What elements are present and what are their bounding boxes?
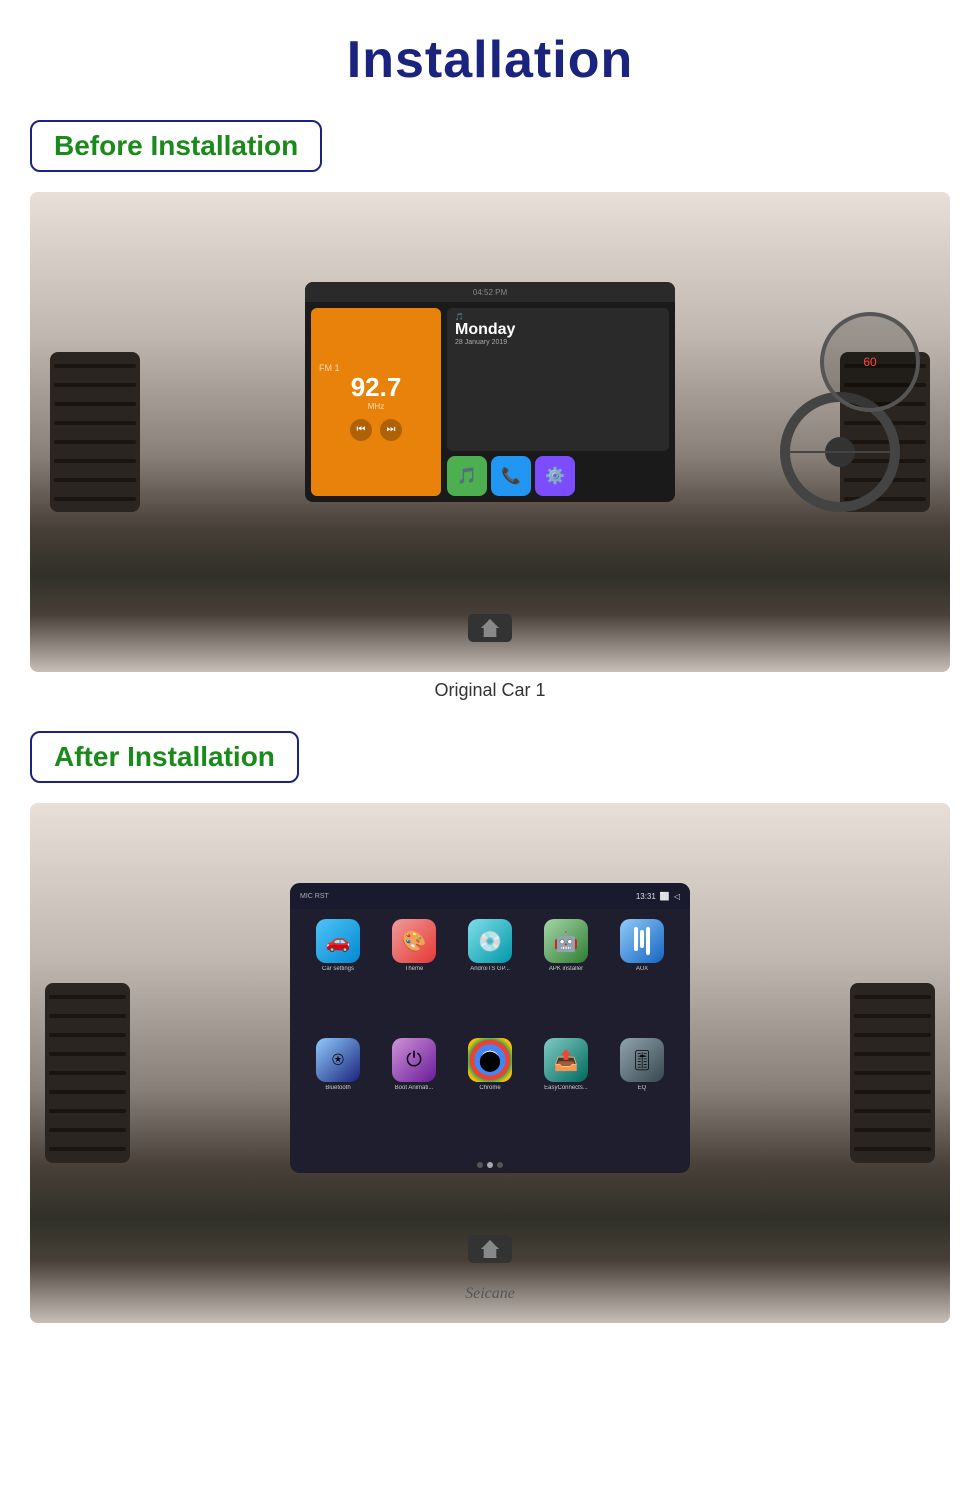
before-installation-image: 04:52 PM FM 1 92.7 MHz ⏮ ⏭ 🎵	[30, 192, 950, 672]
fm-label: FM 1	[319, 363, 340, 373]
prev-button[interactable]: ⏮	[350, 419, 372, 441]
app-car-settings[interactable]: 🚗 Car settings	[304, 919, 372, 1030]
app-aux[interactable]: AUX	[608, 919, 676, 1030]
radio-day: Monday	[455, 321, 661, 339]
speedometer: 60	[820, 312, 920, 412]
phone-icon[interactable]: 📞	[491, 456, 531, 496]
music-icon[interactable]: 🎵	[447, 456, 487, 496]
app-eq[interactable]: 🎚 EQ	[608, 1038, 676, 1149]
after-installation-label: After Installation	[30, 731, 299, 783]
home-button[interactable]	[468, 614, 512, 642]
page-title: Installation	[347, 30, 633, 90]
android-time: 13:31	[636, 892, 656, 901]
after-installation-image: MIC RST 13:31 ⬜ ◁ 🚗 Car settings 🎨 Theme	[30, 803, 950, 1323]
seicane-logo: Seicane	[465, 1285, 515, 1303]
app-bluetooth[interactable]: ⍟ Bluetooth	[304, 1038, 372, 1149]
before-installation-label: Before Installation	[30, 120, 322, 172]
next-button[interactable]: ⏭	[380, 419, 402, 441]
radio-time: 04:52 PM	[473, 288, 507, 297]
app-easyconnect[interactable]: 📤 EasyConnects...	[532, 1038, 600, 1149]
app-boot[interactable]: ⏻ Boot Animati...	[380, 1038, 448, 1149]
app-theme[interactable]: 🎨 Theme	[380, 919, 448, 1030]
image-caption: Original Car 1	[434, 680, 545, 701]
app-apk[interactable]: 🤖 APK installer	[532, 919, 600, 1030]
radio-mhz: MHz	[368, 402, 384, 411]
home-button-after[interactable]	[468, 1235, 512, 1263]
android-status-left: MIC RST	[300, 893, 329, 900]
app-androids[interactable]: 💿 AndroiTS GP...	[456, 919, 524, 1030]
connect-icon[interactable]: ⚙️	[535, 456, 575, 496]
radio-frequency: 92.7	[351, 373, 402, 402]
app-chrome[interactable]: ⬤ Chrome	[456, 1038, 524, 1149]
radio-date: 28 January 2019	[455, 339, 661, 346]
